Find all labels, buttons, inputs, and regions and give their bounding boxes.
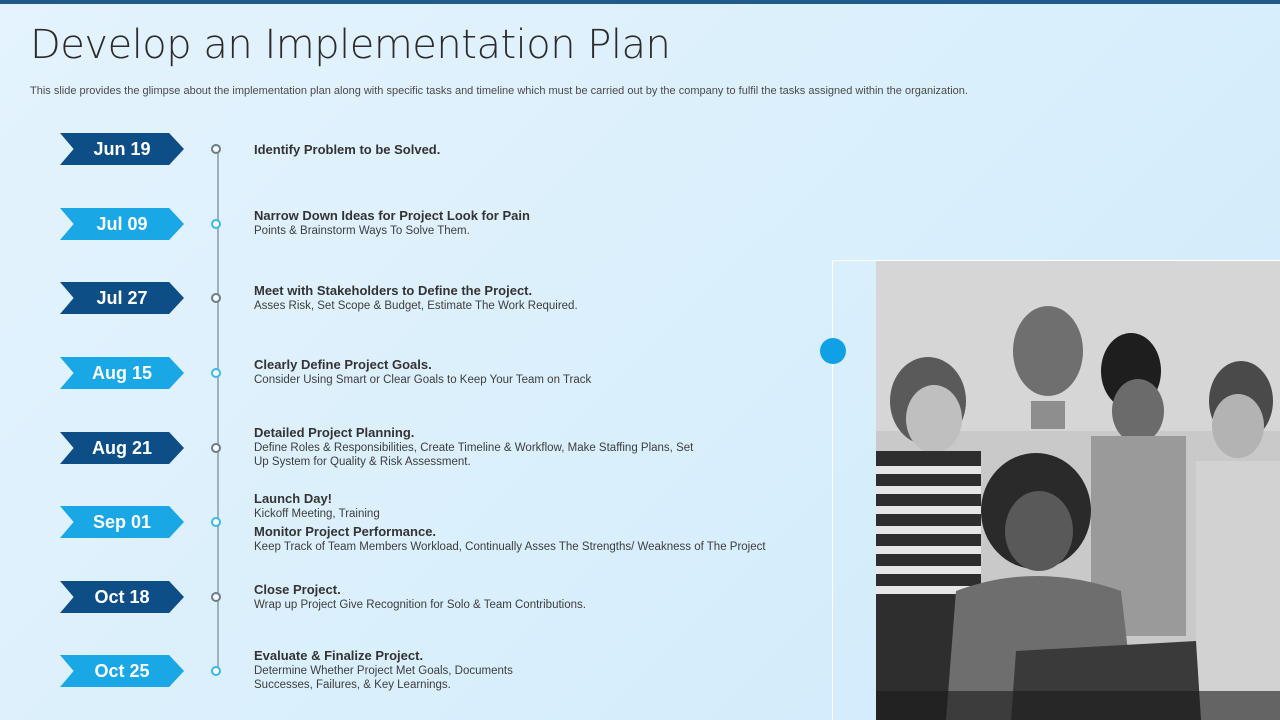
- date-badge: Jul 27: [60, 282, 184, 314]
- task-description: Keep Track of Team Members Workload, Con…: [254, 541, 766, 553]
- task-text: Narrow Down Ideas for Project Look for P…: [254, 208, 814, 238]
- timeline-row: Jul 27 Meet with Stakeholders to Define …: [0, 282, 820, 342]
- date-badge: Aug 21: [60, 432, 184, 464]
- date-badge: Jul 09: [60, 208, 184, 240]
- timeline-dot: [211, 666, 221, 676]
- task-description: Asses Risk, Set Scope & Budget, Estimate…: [254, 300, 578, 312]
- task-description: Wrap up Project Give Recognition for Sol…: [254, 599, 586, 611]
- task-description: Define Roles & Responsibilities, Create …: [254, 442, 694, 454]
- task-heading: Close Project.: [254, 582, 341, 597]
- task-text: Evaluate & Finalize Project. Determine W…: [254, 648, 814, 692]
- task-text: Close Project. Wrap up Project Give Reco…: [254, 582, 814, 612]
- timeline-dot: [211, 592, 221, 602]
- timeline-dot: [211, 368, 221, 378]
- task-text: Launch Day! Kickoff Meeting, Training Mo…: [254, 491, 814, 554]
- date-badge: Oct 25: [60, 655, 184, 687]
- task-heading: Detailed Project Planning.: [254, 425, 415, 440]
- timeline-row: Sep 01 Launch Day! Kickoff Meeting, Trai…: [0, 491, 820, 566]
- date-badge: Oct 18: [60, 581, 184, 613]
- task-heading: Meet with Stakeholders to Define the Pro…: [254, 283, 533, 298]
- timeline-dot: [211, 293, 221, 303]
- timeline-row: Jun 19 Identify Problem to be Solved.: [0, 133, 820, 193]
- task-heading: Clearly Define Project Goals.: [254, 357, 432, 372]
- task-description: Kickoff Meeting, Training: [254, 508, 380, 520]
- task-heading: Launch Day!: [254, 491, 333, 506]
- task-text: Identify Problem to be Solved.: [254, 142, 814, 158]
- timeline-dot: [211, 517, 221, 527]
- page-title: Develop an Implementation Plan: [30, 22, 671, 68]
- task-text: Detailed Project Planning. Define Roles …: [254, 425, 814, 469]
- timeline-row: Jul 09 Narrow Down Ideas for Project Loo…: [0, 208, 820, 268]
- timeline-row: Aug 15 Clearly Define Project Goals. Con…: [0, 357, 820, 417]
- task-description: Successes, Failures, & Key Learnings.: [254, 679, 451, 691]
- task-description: Up System for Quality & Risk Assessment.: [254, 456, 471, 468]
- task-text: Clearly Define Project Goals. Consider U…: [254, 357, 814, 387]
- date-badge: Aug 15: [60, 357, 184, 389]
- date-badge: Jun 19: [60, 133, 184, 165]
- task-heading: Narrow Down Ideas for Project Look for P…: [254, 208, 530, 223]
- timeline-dot: [211, 144, 221, 154]
- task-description: Consider Using Smart or Clear Goals to K…: [254, 374, 592, 386]
- page-subtitle: This slide provides the glimpse about th…: [30, 85, 968, 97]
- task-text: Meet with Stakeholders to Define the Pro…: [254, 283, 814, 313]
- date-badge: Sep 01: [60, 506, 184, 538]
- timeline-row: Aug 21 Detailed Project Planning. Define…: [0, 425, 820, 492]
- task-heading: Identify Problem to be Solved.: [254, 142, 441, 157]
- top-accent-bar: [0, 0, 1280, 4]
- task-description: Points & Brainstorm Ways To Solve Them.: [254, 225, 470, 237]
- timeline-dot: [211, 443, 221, 453]
- accent-dot: [820, 338, 846, 364]
- task-heading: Monitor Project Performance.: [254, 524, 437, 539]
- team-photo: [876, 261, 1280, 720]
- task-heading: Evaluate & Finalize Project.: [254, 648, 424, 663]
- timeline-row: Oct 25 Evaluate & Finalize Project. Dete…: [0, 648, 820, 715]
- timeline-row: Oct 18 Close Project. Wrap up Project Gi…: [0, 581, 820, 641]
- timeline-dot: [211, 219, 221, 229]
- task-description: Determine Whether Project Met Goals, Doc…: [254, 665, 513, 677]
